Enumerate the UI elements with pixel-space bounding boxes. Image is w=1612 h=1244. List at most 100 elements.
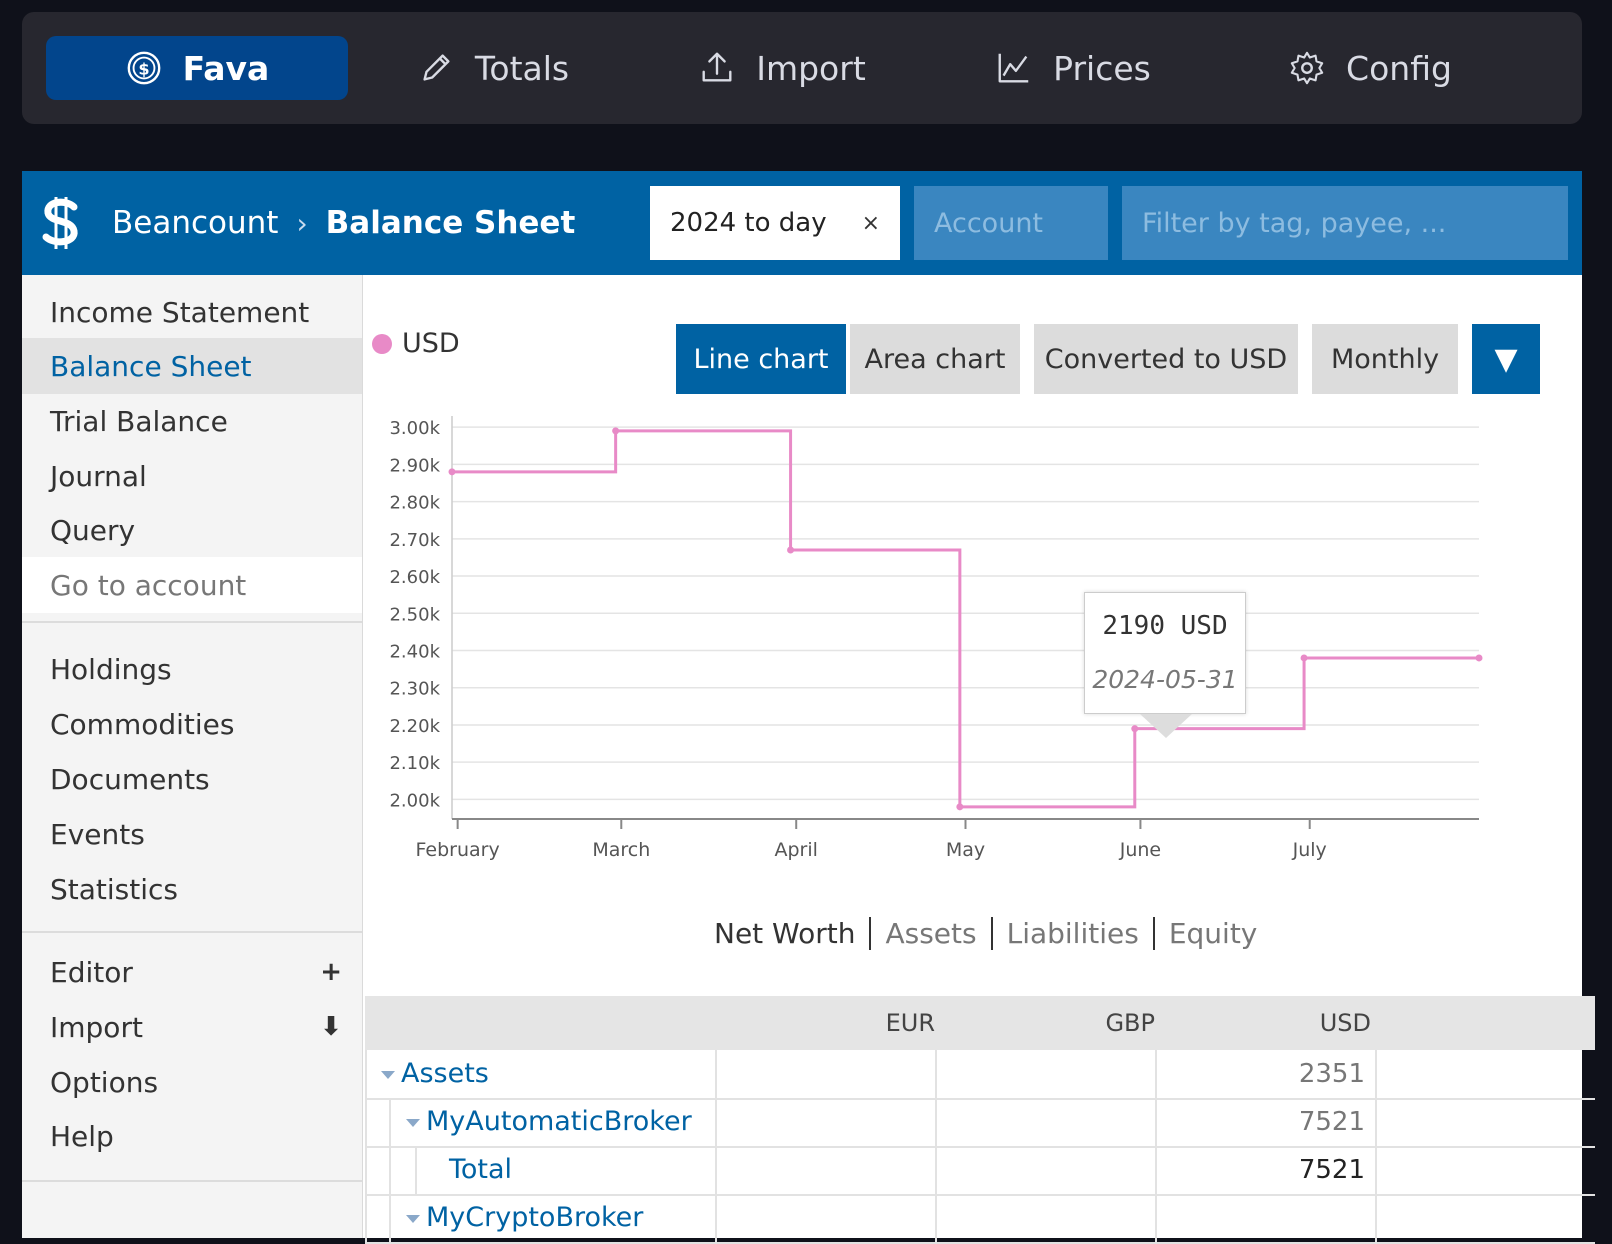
add-icon[interactable]: + (320, 957, 342, 987)
tab-totals[interactable]: Totals (398, 36, 588, 100)
sidebar-item-holdings[interactable]: Holdings (22, 641, 362, 697)
y-tick-label: 2.80k (389, 493, 440, 514)
series-line-usd (452, 429, 1479, 809)
header-bar: Beancount › Balance Sheet 2024 to day × … (22, 171, 1582, 275)
interval-select[interactable]: Monthly (1312, 324, 1458, 394)
sidebar-item-documents[interactable]: Documents (22, 751, 362, 807)
tab-prices[interactable]: Prices (980, 36, 1166, 100)
gbp-cell (935, 1050, 1155, 1098)
area-chart-button[interactable]: Area chart (850, 324, 1020, 394)
data-point (1131, 725, 1139, 733)
sidebar-item-journal[interactable]: Journal (22, 448, 362, 504)
sidebar-item-events[interactable]: Events (22, 806, 362, 862)
account-filter-input[interactable]: Account (914, 186, 1108, 260)
y-tick-label: 2.30k (389, 679, 440, 700)
y-tick-label: 2.00k (389, 790, 440, 811)
extra-cell (1375, 1194, 1595, 1242)
chart-tab-assets[interactable]: Assets (869, 916, 990, 950)
account-name[interactable]: Total (449, 1146, 512, 1194)
indent-cell (365, 1098, 389, 1146)
line-chart-icon (998, 53, 1029, 83)
extra-cell (1375, 1098, 1595, 1146)
sidebar: Income Statement Balance Sheet Trial Bal… (22, 275, 363, 1238)
data-point (787, 546, 795, 554)
tab-fava[interactable]: $ Fava (46, 36, 348, 100)
column-header-eur[interactable]: EUR (835, 996, 935, 1050)
go-to-account-input[interactable]: Go to account (22, 557, 362, 613)
chart-legend-usd[interactable]: USD (372, 328, 460, 359)
account-name[interactable]: MyCryptoBroker (426, 1202, 643, 1233)
account-name[interactable]: Assets (401, 1058, 489, 1089)
sidebar-item-statistics[interactable]: Statistics (22, 861, 362, 917)
indent-cell (389, 1146, 415, 1194)
balance-line-chart: 2.00k 2.10k 2.20k 2.30k 2.40k 2.50k 2.60k 2.70k… (389, 416, 1483, 861)
account-link[interactable]: Assets (381, 1050, 489, 1098)
y-tick-label: 2.60k (389, 567, 440, 588)
data-point (1475, 654, 1483, 662)
extra-cell (1375, 1050, 1595, 1098)
legend-swatch (372, 333, 392, 354)
time-filter-value[interactable]: 2024 to day (670, 208, 862, 238)
chart-toggle-button[interactable]: ▼ (1472, 324, 1540, 394)
chart-tab-equity[interactable]: Equity (1152, 916, 1272, 950)
tab-label: Import (756, 48, 866, 88)
extra-cell (1375, 1146, 1595, 1194)
x-tick-label: May (946, 839, 985, 861)
collapse-toggle-icon[interactable] (406, 1214, 420, 1223)
sidebar-item-commodities[interactable]: Commodities (22, 696, 362, 752)
sidebar-item-query[interactable]: Query (22, 502, 362, 558)
download-icon[interactable]: ⬇ (320, 1012, 342, 1042)
sidebar-item-import[interactable]: Import ⬇ (22, 999, 362, 1055)
sidebar-item-options[interactable]: Options (22, 1054, 362, 1110)
y-tick-label: 2.20k (389, 716, 440, 737)
usd-value: 7521 (1298, 1155, 1365, 1185)
table-row: MyAutomaticBroker 7521 (365, 1098, 1595, 1148)
chart-tab-liabilities[interactable]: Liabilities (990, 916, 1153, 950)
data-point (1300, 654, 1308, 662)
clear-filter-button[interactable]: × (862, 211, 880, 236)
line-chart-button[interactable]: Line chart (676, 324, 846, 394)
usd-value: 7521 (1298, 1107, 1365, 1137)
chart-tab-net-worth[interactable]: Net Worth (700, 917, 869, 950)
conversion-select[interactable]: Converted to USD (1034, 324, 1298, 394)
tab-config[interactable]: Config (1270, 36, 1470, 100)
eur-cell (715, 1050, 935, 1098)
gbp-cell (935, 1194, 1155, 1242)
tag-payee-filter-input[interactable]: Filter by tag, payee, ... (1122, 186, 1568, 260)
data-point (956, 803, 964, 811)
collapse-toggle-icon[interactable] (381, 1070, 395, 1079)
sidebar-item-editor[interactable]: Editor + (22, 944, 362, 1000)
table-row: Total 7521 (365, 1146, 1595, 1196)
y-tick-label: 2.90k (389, 455, 440, 476)
y-tick-label: 2.40k (389, 642, 440, 663)
usd-value: 2351 (1298, 1059, 1365, 1089)
breadcrumb: Beancount › Balance Sheet (112, 171, 575, 275)
y-tick-label: 2.10k (389, 753, 440, 774)
sidebar-item-balance-sheet[interactable]: Balance Sheet (22, 338, 362, 394)
column-header-usd[interactable]: USD (1271, 996, 1371, 1050)
sidebar-item-help[interactable]: Help (22, 1108, 362, 1164)
account-name[interactable]: MyAutomaticBroker (426, 1106, 692, 1137)
account-link[interactable]: MyAutomaticBroker (406, 1098, 692, 1146)
sidebar-divider (22, 931, 362, 933)
sidebar-item-trial-balance[interactable]: Trial Balance (22, 393, 362, 449)
y-tick-label: 2.50k (389, 604, 440, 625)
time-filter-input[interactable]: 2024 to day × (650, 186, 900, 260)
breadcrumb-app[interactable]: Beancount (112, 205, 278, 241)
tab-import[interactable]: Import (682, 36, 882, 100)
gear-icon (1290, 51, 1324, 85)
column-header-gbp[interactable]: GBP (1055, 996, 1155, 1050)
eur-cell (715, 1146, 935, 1194)
sidebar-divider (22, 1180, 362, 1182)
tab-label: Fava (182, 48, 270, 88)
gbp-cell (935, 1098, 1155, 1146)
data-point (612, 427, 620, 435)
eur-cell (715, 1194, 935, 1242)
collapse-toggle-icon[interactable] (406, 1118, 420, 1127)
y-tick-label: 3.00k (389, 418, 440, 439)
svg-text:$: $ (138, 60, 149, 79)
account-link[interactable]: MyCryptoBroker (406, 1194, 643, 1242)
pencil-icon (423, 54, 450, 81)
sidebar-item-income-statement[interactable]: Income Statement (22, 284, 362, 340)
y-tick-label: 2.70k (389, 530, 440, 551)
